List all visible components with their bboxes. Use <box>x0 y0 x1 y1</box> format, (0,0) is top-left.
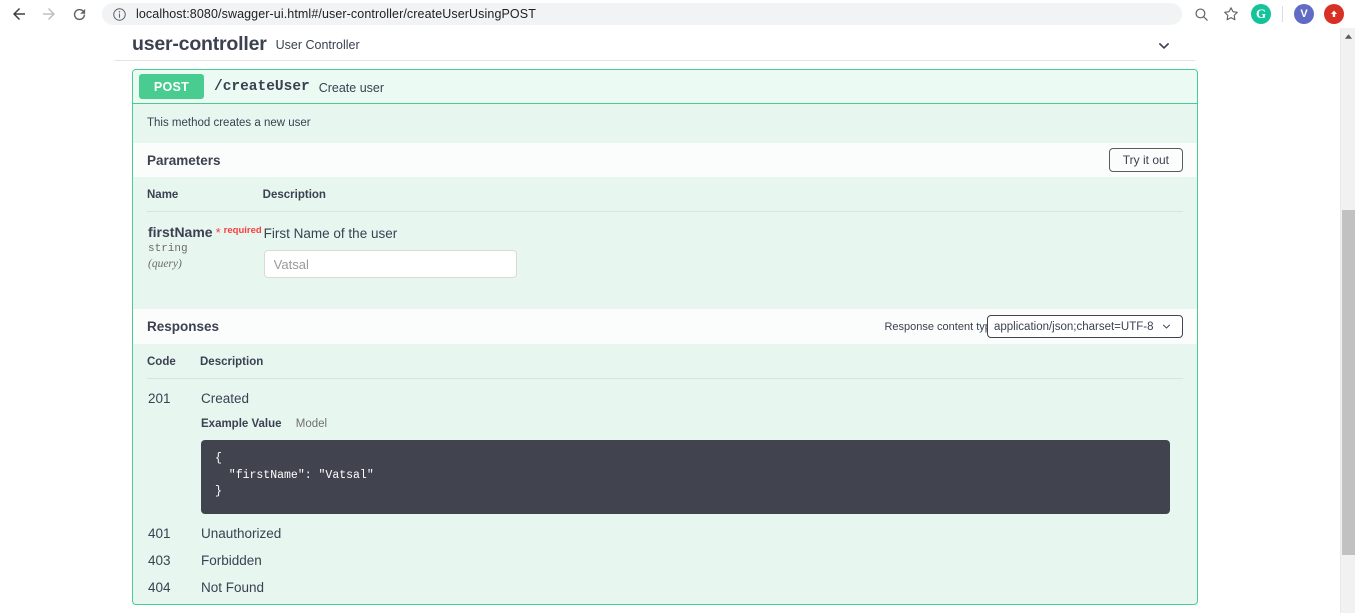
toolbar-divider <box>1282 6 1283 22</box>
response-code: 404 <box>147 568 200 595</box>
table-row: 201 Created Example Value Model { "first… <box>147 379 1183 515</box>
forward-arrow-icon <box>40 5 58 23</box>
response-code: 403 <box>147 541 200 568</box>
caret-up-icon <box>1344 32 1353 41</box>
tag-header[interactable]: user-controller User Controller <box>115 28 1195 61</box>
responses-table-header-row: Code Description <box>147 344 1183 379</box>
http-method-badge: POST <box>139 74 204 99</box>
table-row: 404 Not Found <box>147 568 1183 595</box>
parameter-type: string <box>148 243 262 255</box>
url-text: localhost:8080/swagger-ui.html#/user-con… <box>136 7 536 21</box>
bookmark-button[interactable] <box>1216 0 1246 28</box>
responses-col-description: Description <box>200 344 1183 379</box>
required-label: required <box>224 225 262 236</box>
operation-path: /createUser <box>214 79 310 95</box>
responses-table: Code Description 201 Created Example Val… <box>147 344 1183 595</box>
parameters-header: Parameters Try it out <box>133 142 1197 177</box>
search-button[interactable] <box>1186 0 1216 28</box>
grammarly-extension-button[interactable]: G <box>1246 0 1276 28</box>
parameter-description-cell: First Name of the user <box>263 212 1183 280</box>
parameters-area: Name Description firstName*required stri… <box>133 177 1197 308</box>
response-description: Unauthorized <box>200 514 1183 541</box>
scrollbar-thumb[interactable] <box>1342 210 1355 555</box>
search-icon <box>1193 6 1210 23</box>
parameter-name: firstName <box>148 224 213 240</box>
first-name-input[interactable] <box>264 250 517 278</box>
example-value-code-block: { "firstName": "Vatsal" } <box>201 440 1170 514</box>
example-model-tabs: Example Value Model <box>201 418 1182 430</box>
avatar: V <box>1294 4 1314 24</box>
parameters-col-name: Name <box>147 177 263 212</box>
parameters-title: Parameters <box>147 153 221 168</box>
back-arrow-icon <box>10 5 28 23</box>
tab-model[interactable]: Model <box>296 418 327 430</box>
vertical-scrollbar[interactable] <box>1340 28 1355 613</box>
forward-button[interactable] <box>34 0 64 28</box>
table-row: 401 Unauthorized <box>147 514 1183 541</box>
operation-block-createuser: POST /createUser Create user This method… <box>132 69 1198 605</box>
grammarly-icon: G <box>1251 4 1271 24</box>
swagger-content: user-controller User Controller POST /cr… <box>115 28 1215 61</box>
try-it-out-button[interactable]: Try it out <box>1109 148 1183 172</box>
update-button[interactable] <box>1319 0 1349 28</box>
response-description-cell: Created Example Value Model { "firstName… <box>200 379 1183 515</box>
address-bar[interactable]: localhost:8080/swagger-ui.html#/user-con… <box>102 3 1182 25</box>
response-content-type-select[interactable]: application/json;charset=UTF-8 <box>987 315 1183 338</box>
responses-col-code: Code <box>147 344 200 379</box>
back-button[interactable] <box>4 0 34 28</box>
responses-area: Code Description 201 Created Example Val… <box>133 344 1197 595</box>
response-description: Not Found <box>200 568 1183 595</box>
table-row: 403 Forbidden <box>147 541 1183 568</box>
operation-summary-bar[interactable]: POST /createUser Create user <box>133 70 1197 104</box>
info-circle-icon[interactable] <box>112 7 127 22</box>
required-star-icon: * <box>216 225 221 240</box>
response-code: 401 <box>147 514 200 541</box>
parameter-description: First Name of the user <box>264 224 1182 241</box>
parameters-col-description: Description <box>263 177 1183 212</box>
navigation-buttons <box>0 0 94 28</box>
swagger-page: user-controller User Controller POST /cr… <box>0 28 1340 613</box>
parameter-location: (query) <box>148 258 262 270</box>
operation-summary: Create user <box>319 81 384 95</box>
responses-header: Responses Response content type applicat… <box>133 308 1197 344</box>
operation-description: This method creates a new user <box>133 104 1197 142</box>
response-description: Created <box>201 391 1182 406</box>
update-arrow-icon <box>1324 4 1344 24</box>
browser-toolbar: localhost:8080/swagger-ui.html#/user-con… <box>0 0 1355 28</box>
parameters-table: Name Description firstName*required stri… <box>147 177 1183 279</box>
chevron-down-icon[interactable] <box>1155 37 1173 55</box>
parameters-table-header-row: Name Description <box>147 177 1183 212</box>
table-row: firstName*required string (query) First … <box>147 212 1183 280</box>
profile-button[interactable]: V <box>1289 0 1319 28</box>
responses-title: Responses <box>147 319 219 334</box>
response-code: 201 <box>147 379 200 515</box>
reload-button[interactable] <box>64 0 94 28</box>
reload-icon <box>71 6 88 23</box>
page-title: user-controller <box>132 33 267 56</box>
scrollbar-up-arrow[interactable] <box>1341 28 1355 44</box>
star-icon <box>1222 5 1240 23</box>
tag-description: User Controller <box>276 38 360 52</box>
parameter-name-cell: firstName*required string (query) <box>147 212 263 280</box>
toolbar-icons: G V <box>1186 0 1355 28</box>
response-content-type-label: Response content type <box>884 321 997 333</box>
response-description: Forbidden <box>200 541 1183 568</box>
tab-example-value[interactable]: Example Value <box>201 418 282 430</box>
